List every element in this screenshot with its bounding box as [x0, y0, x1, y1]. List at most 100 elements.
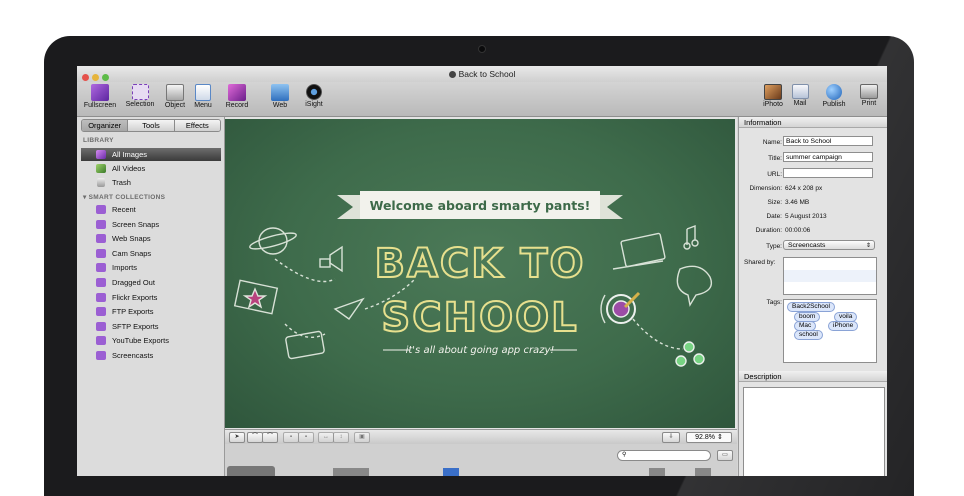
publish-button[interactable]: Publish — [817, 82, 851, 108]
search-icon: ⚲ — [622, 452, 627, 458]
zoom-icon[interactable] — [102, 74, 109, 81]
flip-vertical-button[interactable]: ↕ — [333, 432, 349, 443]
sidebar-item-flickr-exports[interactable]: Flickr Exports — [81, 291, 221, 304]
sidebar-item-screen-snaps[interactable]: Screen Snaps — [81, 218, 221, 231]
title-label: Title: — [768, 155, 782, 162]
title-field[interactable]: summer campaign — [783, 152, 873, 162]
record-icon — [228, 84, 246, 101]
chalkboard-image[interactable]: Welcome aboard smarty pants! BACK TO SCH… — [225, 119, 735, 428]
sidebar-tabs: Organizer Tools Effects — [81, 119, 221, 132]
thumbnail[interactable] — [333, 468, 369, 476]
tag-token[interactable]: Back2School — [787, 302, 835, 312]
print-label: Print — [861, 100, 877, 107]
download-button[interactable]: ⇩ — [662, 432, 680, 443]
url-field[interactable] — [783, 168, 873, 178]
smart-collection-icon — [96, 292, 106, 302]
view-toggle-button[interactable]: ▭ — [717, 450, 733, 461]
close-icon[interactable] — [82, 74, 89, 81]
dimension-value: 624 x 208 px — [785, 185, 823, 192]
pointer-tool-button[interactable]: ➤ — [229, 432, 245, 443]
phone-doodle-icon — [285, 330, 325, 360]
web-button[interactable]: Web — [264, 82, 296, 109]
thumbnail[interactable] — [649, 468, 665, 476]
dimension-label: Dimension: — [749, 185, 782, 192]
tag-token[interactable]: school — [794, 330, 823, 340]
shared-by-list[interactable] — [783, 257, 877, 295]
duration-value: 00:00:06 — [785, 227, 811, 234]
tag-token[interactable]: iPhone — [828, 321, 859, 331]
thumbnail[interactable] — [227, 466, 275, 476]
tab-organizer[interactable]: Organizer — [82, 120, 129, 131]
sidebar-item-imports[interactable]: Imports — [81, 261, 221, 274]
iphoto-label: iPhoto — [763, 101, 783, 108]
sidebar-item-label: Web Snaps — [112, 234, 151, 244]
planet-icon — [258, 227, 288, 255]
record-button[interactable]: Record — [220, 82, 254, 109]
canvas-toolbar: ➤ ⌒ ⌒ ▪ ▪ ↔ ↕ ▣ ⇩ 92.8% ⇕ — [225, 429, 737, 444]
lock-button[interactable]: ▣ — [354, 432, 370, 443]
name-field[interactable]: Back to School — [783, 136, 873, 146]
isight-button[interactable]: iSight — [301, 82, 327, 108]
description-heading: Description — [739, 371, 887, 382]
zoom-value: 92.8% — [695, 434, 716, 441]
smart-collection-icon — [96, 219, 106, 229]
object-icon — [166, 84, 184, 101]
sidebar-item-label: All Images — [112, 150, 148, 159]
minimize-icon[interactable] — [92, 74, 99, 81]
tab-effects[interactable]: Effects — [174, 120, 220, 131]
sidebar-item-web-snaps[interactable]: Web Snaps — [81, 232, 221, 245]
smart-collections-label: SMART COLLECTIONS — [88, 194, 166, 201]
sidebar-item-label: FTP Exports — [112, 307, 154, 317]
chevron-down-icon: ⇕ — [865, 243, 871, 249]
sidebar-item-label: Cam Snaps — [112, 248, 152, 258]
sidebar-item-youtube-exports[interactable]: YouTube Exports — [81, 334, 221, 347]
welcome-banner: Welcome aboard smarty pants! — [337, 191, 623, 219]
sidebar-item-label: All Videos — [112, 164, 146, 173]
selection-icon — [131, 84, 149, 100]
flip-horizontal-button[interactable]: ↔ — [318, 432, 334, 443]
sidebar-item-ftp-exports[interactable]: FTP Exports — [81, 305, 221, 318]
mail-label: Mail — [793, 100, 807, 107]
sidebar-item-sftp-exports[interactable]: SFTP Exports — [81, 320, 221, 333]
canvas-area: Welcome aboard smarty pants! BACK TO SCH… — [225, 117, 737, 476]
iphoto-button[interactable]: iPhoto — [760, 82, 786, 108]
fullscreen-button[interactable]: Fullscreen — [81, 82, 119, 109]
sidebar-item-all-videos[interactable]: All Videos — [81, 162, 221, 175]
speech-bubble-icon — [676, 265, 713, 307]
selection-label: Selection — [125, 101, 155, 108]
size-label: Size: — [767, 199, 782, 206]
type-select[interactable]: Screencasts ⇕ — [783, 240, 875, 250]
menu-button[interactable]: Menu — [190, 82, 216, 109]
sidebar-item-dragged-out[interactable]: Dragged Out — [81, 276, 221, 289]
sidebar-item-screencasts[interactable]: Screencasts — [81, 349, 221, 362]
sidebar-item-all-images[interactable]: All Images — [81, 148, 221, 161]
sidebar-item-trash[interactable]: Trash — [81, 176, 221, 189]
tags-field[interactable]: Back2School boom voila Mac iPhone school — [783, 299, 877, 363]
smart-collection-icon — [96, 278, 106, 287]
web-label: Web — [272, 102, 288, 109]
object-button[interactable]: Object — [161, 82, 189, 109]
selection-button[interactable]: Selection — [122, 82, 158, 108]
thumbnail[interactable] — [695, 468, 711, 476]
search-input[interactable]: ⚲ — [617, 450, 711, 461]
thumbnail[interactable] — [443, 468, 459, 476]
size-value: 3.46 MB — [785, 199, 810, 206]
headline-school: SCHOOL — [381, 295, 578, 341]
sidebar-item-cam-snaps[interactable]: Cam Snaps — [81, 247, 221, 260]
smart-collection-icon — [96, 307, 106, 317]
web-icon — [271, 84, 289, 101]
group-button[interactable]: ▪ — [283, 432, 299, 443]
ungroup-button[interactable]: ▪ — [298, 432, 314, 443]
doodles-right — [600, 224, 713, 367]
zoom-control[interactable]: 92.8% ⇕ — [686, 432, 732, 443]
tab-tools[interactable]: Tools — [128, 120, 175, 131]
record-label: Record — [225, 102, 249, 109]
mail-button[interactable]: Mail — [789, 82, 811, 107]
date-value: 5 August 2013 — [785, 213, 827, 220]
curve-tool-button[interactable]: ⌒ — [247, 432, 263, 443]
curve-alt-tool-button[interactable]: ⌒ — [262, 432, 278, 443]
print-button[interactable]: Print — [857, 82, 881, 107]
sidebar-item-recent[interactable]: Recent — [81, 203, 221, 216]
description-field[interactable] — [743, 387, 885, 476]
sidebar-item-label: Recent — [112, 205, 136, 214]
